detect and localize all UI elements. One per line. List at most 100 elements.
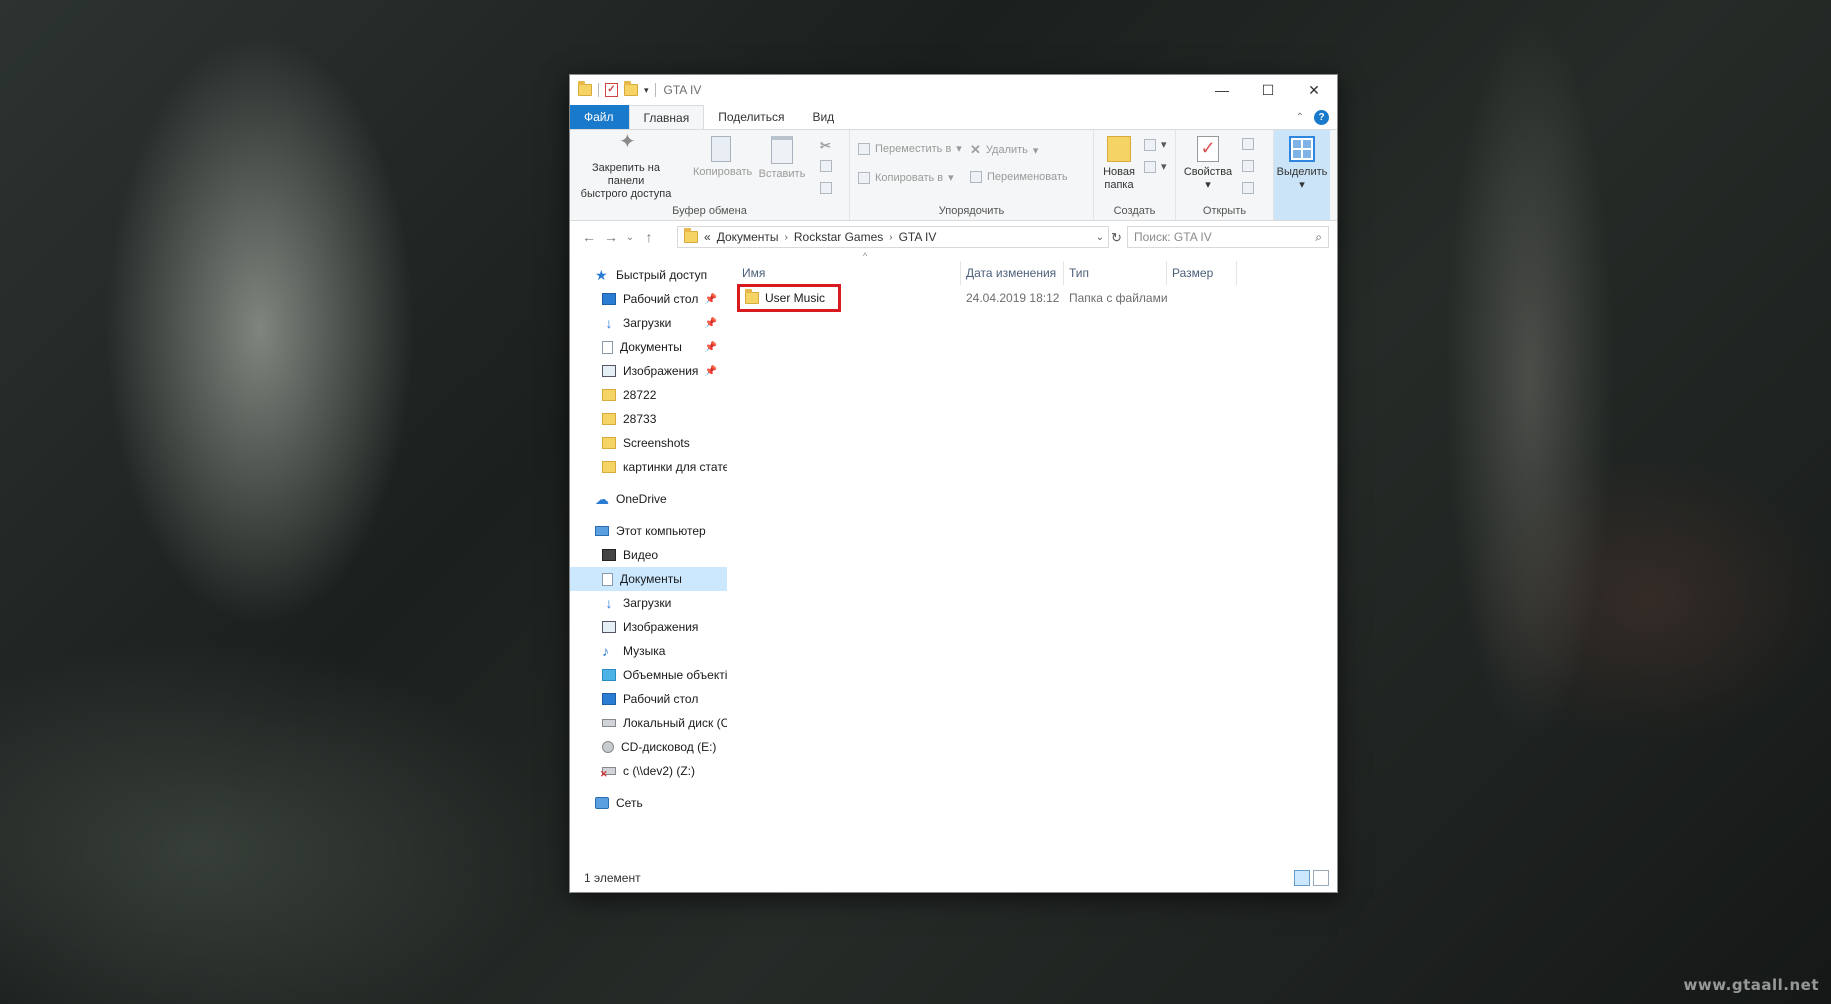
folder-icon — [578, 81, 592, 96]
delete-icon: ✕ — [970, 142, 981, 157]
move-to-button[interactable]: Переместить в ▾ — [858, 142, 962, 155]
minimize-button[interactable]: — — [1199, 75, 1245, 105]
nav-pc-desktop[interactable]: Рабочий стол — [570, 687, 727, 711]
up-arrow-icon[interactable]: ↑ — [638, 229, 660, 245]
close-button[interactable]: ✕ — [1291, 75, 1337, 105]
forward-arrow-icon[interactable]: → — [600, 229, 622, 245]
nav-quick-folder-28733[interactable]: 28733 — [570, 407, 727, 431]
chevron-right-icon[interactable]: › — [889, 232, 892, 243]
nav-pc-cd-drive[interactable]: CD-дисковод (E:) — [570, 735, 727, 759]
breadcrumb-gta-iv[interactable]: GTA IV — [899, 230, 937, 244]
column-size[interactable]: Размер — [1167, 261, 1237, 285]
tab-home[interactable]: Главная — [628, 105, 705, 129]
details-view-icon[interactable] — [1294, 870, 1310, 886]
new-folder-button[interactable]: Новая папка — [1098, 136, 1140, 192]
breadcrumb-documents[interactable]: Документы — [717, 230, 779, 244]
window-controls: — ☐ ✕ — [1199, 75, 1337, 105]
cut-icon[interactable]: ✂ — [820, 138, 831, 154]
nav-network[interactable]: Сеть — [570, 791, 727, 815]
pictures-icon — [602, 365, 616, 377]
rename-button[interactable]: Переименовать — [970, 171, 1068, 183]
nav-pc-pictures[interactable]: Изображения — [570, 615, 727, 639]
ribbon-collapse-icon[interactable]: ⌃ — [1296, 112, 1304, 123]
nav-quick-downloads[interactable]: Загрузки📌 — [570, 311, 727, 335]
select-button[interactable]: Выделить ▾ — [1276, 136, 1328, 192]
column-type[interactable]: Тип — [1064, 261, 1167, 285]
chevron-right-icon[interactable]: › — [785, 232, 788, 243]
breadcrumb-rockstar-games[interactable]: Rockstar Games — [794, 230, 883, 244]
nav-pc-music[interactable]: Музыка — [570, 639, 727, 663]
status-bar: 1 элемент — [570, 864, 1337, 892]
nav-pc-videos[interactable]: Видео — [570, 543, 727, 567]
nav-quick-desktop[interactable]: Рабочий стол 📌 — [570, 287, 727, 311]
maximize-button[interactable]: ☐ — [1245, 75, 1291, 105]
wallpaper-watermark: www.gtaall.net — [1683, 976, 1819, 994]
paste-shortcut-icon[interactable] — [820, 182, 832, 194]
3d-objects-icon — [602, 669, 616, 681]
rename-icon — [970, 171, 982, 183]
nav-pc-downloads[interactable]: Загрузки — [570, 591, 727, 615]
cloud-icon — [595, 493, 609, 505]
properties-button[interactable]: ✓ Свойства ▾ — [1180, 136, 1236, 192]
tab-view[interactable]: Вид — [798, 105, 848, 129]
nav-pc-3d-objects[interactable]: Объемные объекті — [570, 663, 727, 687]
history-icon[interactable] — [1242, 182, 1254, 194]
video-icon — [602, 549, 616, 561]
network-icon — [595, 797, 609, 809]
column-date-modified[interactable]: Дата изменения — [961, 261, 1064, 285]
search-box[interactable]: ⌕ — [1127, 226, 1329, 248]
nav-quick-documents[interactable]: Документы 📌 — [570, 335, 727, 359]
search-input[interactable] — [1134, 230, 1316, 244]
file-list: ^ Имя Дата изменения Тип Размер User Mus… — [727, 251, 1337, 864]
new-folder-icon — [1107, 136, 1131, 162]
tab-file[interactable]: Файл — [570, 105, 629, 129]
search-icon[interactable]: ⌕ — [1315, 230, 1322, 245]
new-folder-qat-icon[interactable] — [624, 81, 638, 96]
nav-onedrive[interactable]: OneDrive — [570, 487, 727, 511]
highlight-annotation — [737, 284, 841, 312]
move-to-icon — [858, 142, 870, 155]
disconnected-drive-icon — [600, 767, 616, 780]
recent-locations-icon[interactable]: ⌄ — [622, 232, 638, 243]
column-name[interactable]: Имя — [737, 261, 961, 285]
nav-quick-images-folder[interactable]: картинки для стате — [570, 455, 727, 479]
refresh-icon[interactable]: ↻ — [1111, 230, 1122, 246]
copy-button[interactable]: Копировать — [693, 136, 752, 179]
copy-icon — [711, 136, 731, 162]
navigation-bar: ← → ⌄ ↑ « Документы › Rockstar Games › G… — [570, 222, 1337, 252]
paste-button[interactable]: Вставить — [757, 136, 807, 181]
pictures-icon — [602, 621, 616, 633]
qat-dropdown-icon[interactable]: ▾ — [644, 85, 649, 96]
desktop-icon — [602, 293, 616, 305]
nav-quick-access[interactable]: Быстрый доступ — [570, 263, 727, 287]
address-dropdown-icon[interactable]: ⌄ — [1096, 232, 1108, 243]
copy-to-button[interactable]: Копировать в ▾ — [858, 171, 954, 184]
easy-access-icon[interactable]: ▾ — [1144, 160, 1167, 173]
address-bar[interactable]: « Документы › Rockstar Games › GTA IV ⌄ — [677, 226, 1109, 248]
properties-qat-icon[interactable]: ✓ — [605, 83, 618, 97]
downloads-icon — [602, 597, 616, 609]
star-icon — [595, 269, 609, 281]
delete-button[interactable]: ✕ Удалить ▾ — [970, 142, 1038, 158]
new-item-icon[interactable]: ▾ — [1144, 138, 1167, 151]
ribbon: Закрепить на панели быстрого доступа Коп… — [570, 129, 1337, 221]
ribbon-tabs: Файл Главная Поделиться Вид ⌃ ? — [570, 105, 1337, 129]
breadcrumb-overflow[interactable]: « — [704, 230, 711, 244]
tab-share[interactable]: Поделиться — [704, 105, 798, 129]
pin-quick-access-button[interactable]: Закрепить на панели быстрого доступа — [576, 136, 676, 201]
large-icons-view-icon[interactable] — [1313, 870, 1329, 886]
help-icon[interactable]: ? — [1314, 109, 1329, 125]
edit-icon[interactable] — [1242, 160, 1254, 172]
item-count: 1 элемент — [584, 871, 641, 885]
nav-pc-network-drive[interactable]: c (\\dev2) (Z:) — [570, 759, 727, 783]
nav-quick-screenshots[interactable]: Screenshots — [570, 431, 727, 455]
nav-quick-pictures[interactable]: Изображения 📌 — [570, 359, 727, 383]
organize-group-label: Упорядочить — [938, 205, 1005, 217]
copy-path-icon[interactable] — [820, 160, 832, 172]
open-icon[interactable] — [1242, 138, 1254, 150]
back-arrow-icon[interactable]: ← — [578, 229, 600, 245]
nav-pc-documents[interactable]: Документы — [570, 567, 727, 591]
nav-quick-folder-28722[interactable]: 28722 — [570, 383, 727, 407]
nav-pc-local-disk[interactable]: Локальный диск (C — [570, 711, 727, 735]
nav-this-pc[interactable]: Этот компьютер — [570, 519, 727, 543]
